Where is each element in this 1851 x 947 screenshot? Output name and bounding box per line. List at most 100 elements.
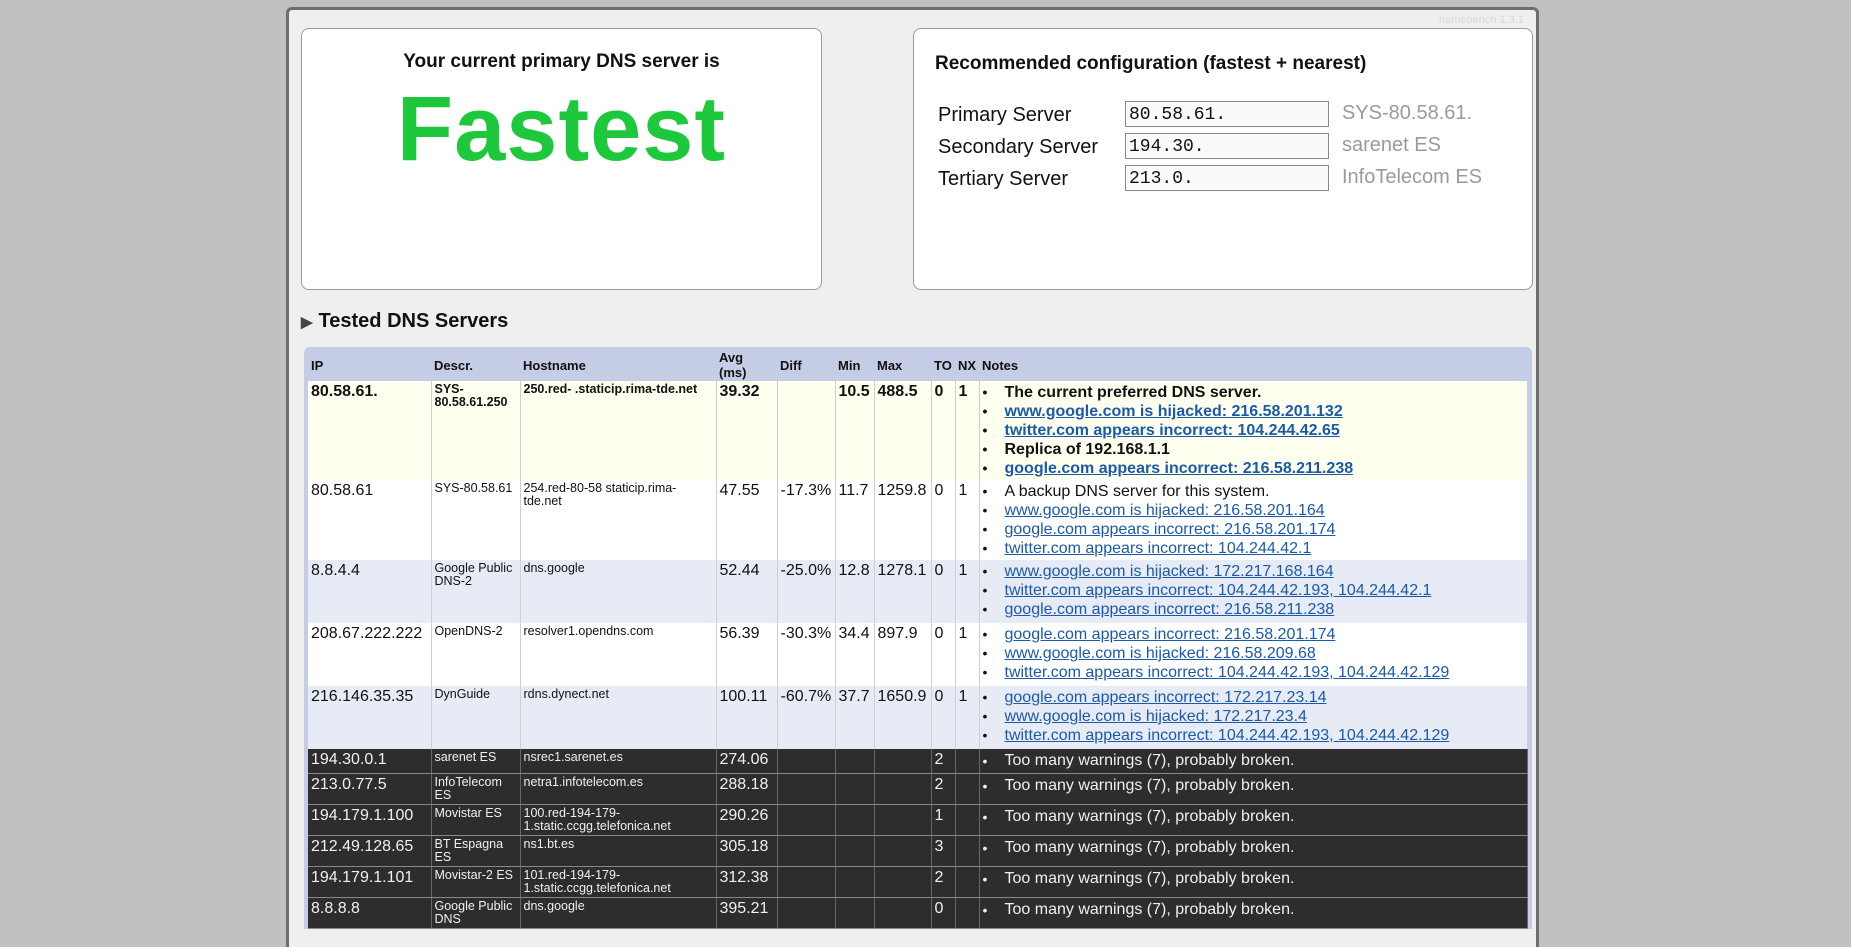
col-ip: IP	[311, 357, 324, 373]
notes-list: www.google.com is hijacked: 172.217.168.…	[983, 562, 1525, 619]
note-item: A backup DNS server for this system.	[983, 482, 1525, 501]
cell-max	[874, 897, 932, 929]
primary-server-label: Primary Server	[938, 104, 1072, 126]
cell-notes: The current preferred DNS server. www.goo…	[979, 381, 1528, 480]
note-item: google.com appears incorrect: 216.58.211…	[983, 600, 1525, 619]
cell-max	[874, 749, 932, 774]
cell-hostname: 254.red-80-58 staticip.rima-tde.net	[520, 480, 717, 560]
note-item: www.google.com is hijacked: 216.58.209.6…	[983, 644, 1525, 663]
table-row: 80.58.61 SYS-80.58.61 254.red-80-58 static…	[308, 480, 1528, 560]
cell-min	[835, 835, 875, 867]
cell-avg: 100.11	[716, 686, 778, 749]
table-row: 208.67.222.222 OpenDNS-2 resolver1.opendns…	[308, 623, 1528, 686]
tested-servers-toggle[interactable]: ▶ Tested DNS Servers	[301, 310, 508, 333]
note-text: Too many warnings (7), probably broken.	[1004, 901, 1295, 918]
cell-avg: 39.32	[716, 381, 778, 480]
cell-max: 1259.8	[874, 480, 932, 560]
note-link[interactable]: google.com appears incorrect: 216.58.201…	[1005, 626, 1336, 643]
note-text: Too many warnings (7), probably broken.	[1004, 777, 1295, 794]
cell-min: 37.7	[835, 686, 875, 749]
cell-diff	[777, 749, 836, 774]
col-nx: NX	[958, 357, 977, 373]
note-link[interactable]: www.google.com is hijacked: 216.58.209.6…	[1005, 645, 1316, 662]
secondary-server-row: Secondary Server 194.30. sarenet ES	[938, 133, 1518, 161]
note-link[interactable]: www.google.com is hijacked: 216.58.201.1…	[1005, 403, 1343, 420]
cell-max: 1650.9	[874, 686, 932, 749]
note-link[interactable]: twitter.com appears incorrect: 104.244.4…	[1005, 727, 1450, 744]
note-link[interactable]: twitter.com appears incorrect: 104.244.4…	[1005, 540, 1312, 557]
cell-min: 11.7	[835, 480, 875, 560]
note-item: google.com appears incorrect: 172.217.23…	[983, 688, 1525, 707]
note-text: A backup DNS server for this system.	[1004, 483, 1270, 500]
col-hostname: Hostname	[523, 357, 586, 373]
cell-to: 3	[931, 835, 956, 867]
cell-to: 0	[931, 623, 956, 686]
notes-list: Too many warnings (7), probably broken.	[983, 900, 1525, 920]
cell-descr: Google Public DNS	[431, 897, 521, 929]
cell-min	[835, 897, 875, 929]
cell-ip: 194.179.1.101	[308, 866, 432, 898]
note-item: www.google.com is hijacked: 216.58.201.1…	[983, 402, 1525, 421]
table-row: 194.179.1.101 Movistar-2 ES 101.red-194-17…	[308, 866, 1528, 898]
notes-list: google.com appears incorrect: 172.217.23…	[983, 688, 1525, 745]
note-link[interactable]: www.google.com is hijacked: 216.58.201.1…	[1005, 502, 1325, 519]
note-item: twitter.com appears incorrect: 104.244.4…	[983, 726, 1525, 745]
cell-descr: BT Espagna ES	[431, 835, 521, 867]
note-link[interactable]: twitter.com appears incorrect: 104.244.4…	[1005, 664, 1450, 681]
cell-descr: sarenet ES	[431, 749, 521, 774]
cell-notes: Too many warnings (7), probably broken.	[979, 804, 1528, 836]
note-text: Replica of 192.168.1.1	[1004, 441, 1170, 458]
note-text: Too many warnings (7), probably broken.	[1004, 752, 1295, 769]
note-link[interactable]: google.com appears incorrect: 216.58.211…	[1005, 460, 1354, 477]
cell-max	[874, 773, 932, 805]
cell-diff	[777, 897, 836, 929]
cell-max: 897.9	[874, 623, 932, 686]
table-header: IP Descr. Hostname Avg (ms) Diff Min Max…	[308, 349, 1528, 381]
col-min: Min	[838, 357, 861, 373]
cell-diff: -60.7%	[777, 686, 836, 749]
secondary-server-field[interactable]: 194.30.	[1125, 133, 1329, 159]
primary-server-field[interactable]: 80.58.61.	[1125, 101, 1329, 127]
notes-list: Too many warnings (7), probably broken.	[983, 751, 1525, 771]
note-item: www.google.com is hijacked: 172.217.168.…	[983, 562, 1525, 581]
cell-diff: -17.3%	[777, 480, 836, 560]
cell-nx: 1	[955, 480, 980, 560]
note-link[interactable]: google.com appears incorrect: 216.58.201…	[1005, 521, 1336, 538]
note-item: twitter.com appears incorrect: 104.244.4…	[983, 421, 1525, 440]
note-link[interactable]: www.google.com is hijacked: 172.217.168.…	[1005, 563, 1334, 580]
cell-min	[835, 749, 875, 774]
note-link[interactable]: twitter.com appears incorrect: 104.244.4…	[1005, 422, 1340, 439]
cell-hostname: nsrec1.sarenet.es	[520, 749, 717, 774]
notes-list: google.com appears incorrect: 216.58.201…	[983, 625, 1525, 682]
cell-to: 1	[931, 804, 956, 836]
cell-descr: SYS-80.58.61	[431, 480, 521, 560]
note-item: The current preferred DNS server.	[983, 383, 1525, 402]
table-row: 8.8.4.4 Google Public DNS-2 dns.google 52.4…	[308, 560, 1528, 623]
note-link[interactable]: www.google.com is hijacked: 172.217.23.4	[1005, 708, 1307, 725]
version-label: namebench 1.3.1	[1438, 14, 1524, 26]
cell-diff	[777, 381, 836, 480]
tertiary-server-field[interactable]: 213.0.	[1125, 165, 1329, 191]
note-text: Too many warnings (7), probably broken.	[1004, 870, 1295, 887]
cell-diff	[777, 835, 836, 867]
cell-to: 2	[931, 749, 956, 774]
note-link[interactable]: google.com appears incorrect: 216.58.211…	[1005, 601, 1335, 618]
cell-min	[835, 804, 875, 836]
cell-to: 0	[931, 480, 956, 560]
cell-notes: google.com appears incorrect: 172.217.23…	[979, 686, 1528, 749]
cell-to: 0	[931, 560, 956, 623]
note-link[interactable]: google.com appears incorrect: 172.217.23…	[1005, 689, 1327, 706]
note-item: Too many warnings (7), probably broken.	[983, 807, 1525, 827]
col-avg: Avg (ms)	[719, 350, 747, 380]
cell-descr: DynGuide	[431, 686, 521, 749]
cell-descr: SYS-80.58.61.250	[431, 381, 521, 480]
cell-diff	[777, 773, 836, 805]
cell-notes: www.google.com is hijacked: 172.217.168.…	[979, 560, 1528, 623]
note-item: Replica of 192.168.1.1	[983, 440, 1525, 459]
cell-ip: 194.30.0.1	[308, 749, 432, 774]
cell-hostname: rdns.dynect.net	[520, 686, 717, 749]
recommended-config-title: Recommended configuration (fastest + nea…	[935, 53, 1367, 74]
cell-avg: 395.21	[716, 897, 778, 929]
cell-nx	[955, 897, 980, 929]
note-link[interactable]: twitter.com appears incorrect: 104.244.4…	[1005, 582, 1432, 599]
